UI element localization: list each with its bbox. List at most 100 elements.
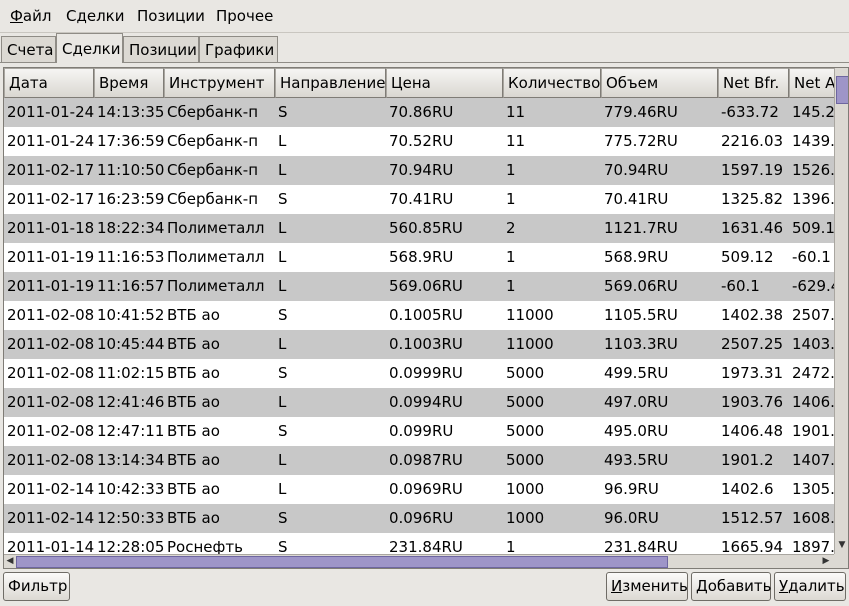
cell-price: 568.9RU	[389, 248, 454, 266]
table-row[interactable]: 2011-02-17 16:23:59 Сбербанк-п S 70.41RU 1 70.…	[4, 185, 834, 214]
tab-charts[interactable]: Графики	[199, 36, 278, 62]
scroll-right-arrow-icon[interactable]: ▶	[821, 556, 831, 566]
cell-net-after: 1406.	[792, 393, 834, 411]
cell-direction: L	[278, 132, 287, 150]
tab-deals[interactable]: Сделки	[56, 33, 123, 63]
menu-positions[interactable]: Позиции	[137, 6, 205, 26]
vertical-scrollbar[interactable]: ▼	[834, 68, 848, 554]
table-row[interactable]: 2011-02-08 12:47:11 ВТБ ао S 0.099RU 5000 495.…	[4, 417, 834, 446]
cell-direction: L	[278, 335, 287, 353]
cell-instrument: Сбербанк-п	[167, 103, 259, 121]
cell-net-after: 2472.	[792, 364, 834, 382]
column-header-quantity[interactable]: Количество	[503, 68, 601, 98]
cell-date: 2011-02-14	[7, 480, 94, 498]
table-row[interactable]: 2011-02-14 10:42:33 ВТБ ао L 0.0969RU 1000 96.…	[4, 475, 834, 504]
cell-price: 70.52RU	[389, 132, 454, 150]
column-header-date[interactable]: Дата	[4, 68, 94, 98]
cell-quantity: 5000	[506, 451, 545, 469]
cell-price: 70.86RU	[389, 103, 454, 121]
table-row[interactable]: 2011-02-17 11:10:50 Сбербанк-п L 70.94RU 1 70.…	[4, 156, 834, 185]
scroll-down-arrow-icon[interactable]: ▼	[837, 540, 847, 550]
cell-direction: S	[278, 306, 288, 324]
edit-button[interactable]: Изменить	[606, 572, 688, 601]
column-header-net-before[interactable]: Net Bfr.	[718, 68, 789, 98]
column-header-direction[interactable]: Направление	[275, 68, 386, 98]
cell-time: 14:13:35	[97, 103, 164, 121]
scroll-corner	[834, 554, 848, 568]
cell-quantity: 1000	[506, 480, 545, 498]
cell-instrument: Сбербанк-п	[167, 132, 259, 150]
cell-volume: 775.72RU	[604, 132, 678, 150]
menu-file[interactable]: Файл	[10, 6, 51, 26]
delete-button[interactable]: Удалить	[774, 572, 846, 601]
cell-direction: S	[278, 190, 288, 208]
column-header-time[interactable]: Время	[94, 68, 164, 98]
cell-volume: 70.94RU	[604, 161, 669, 179]
cell-net-before: 1597.19	[721, 161, 784, 179]
column-header-instrument[interactable]: Инструмент	[164, 68, 275, 98]
cell-volume: 497.0RU	[604, 393, 669, 411]
cell-quantity: 11	[506, 103, 526, 121]
cell-net-after: 1526.	[792, 161, 834, 179]
table-row[interactable]: 2011-02-08 10:45:44 ВТБ ао L 0.1003RU 11000 11…	[4, 330, 834, 359]
cell-time: 11:16:53	[97, 248, 164, 266]
cell-time: 12:41:46	[97, 393, 164, 411]
cell-net-after: 1608.	[792, 509, 834, 527]
cell-time: 11:10:50	[97, 161, 164, 179]
column-header-price[interactable]: Цена	[386, 68, 503, 98]
cell-date: 2011-01-19	[7, 248, 94, 266]
menu-deals[interactable]: Сделки	[66, 6, 124, 26]
cell-direction: S	[278, 103, 288, 121]
cell-price: 0.1003RU	[389, 335, 463, 353]
cell-time: 10:41:52	[97, 306, 164, 324]
cell-net-after: 509.1	[792, 219, 834, 237]
table-row[interactable]: 2011-01-19 11:16:53 Полиметалл L 568.9RU 1 568…	[4, 243, 834, 272]
filter-button[interactable]: Фильтр	[3, 572, 70, 601]
cell-price: 0.1005RU	[389, 306, 463, 324]
cell-date: 2011-02-08	[7, 451, 94, 469]
cell-price: 560.85RU	[389, 219, 463, 237]
column-header-volume[interactable]: Объем	[601, 68, 718, 98]
tab-positions[interactable]: Позиции	[123, 36, 199, 62]
vertical-scroll-thumb[interactable]	[836, 76, 848, 104]
cell-quantity: 1	[506, 277, 516, 295]
cell-volume: 499.5RU	[604, 364, 669, 382]
cell-time: 12:50:33	[97, 509, 164, 527]
table-row[interactable]: 2011-01-24 17:36:59 Сбербанк-п L 70.52RU 11 77…	[4, 127, 834, 156]
menu-other[interactable]: Прочее	[216, 6, 273, 26]
cell-volume: 1103.3RU	[604, 335, 678, 353]
cell-time: 12:47:11	[97, 422, 164, 440]
horizontal-scrollbar[interactable]: ◀ ▶	[4, 554, 834, 568]
cell-direction: L	[278, 248, 287, 266]
table-row[interactable]: 2011-02-08 13:14:34 ВТБ ао L 0.0987RU 5000 493…	[4, 446, 834, 475]
table-row[interactable]: 2011-02-08 11:02:15 ВТБ ао S 0.0999RU 5000 499…	[4, 359, 834, 388]
cell-instrument: ВТБ ао	[167, 422, 220, 440]
table-row[interactable]: 2011-01-24 14:13:35 Сбербанк-п S 70.86RU 11 77…	[4, 98, 834, 127]
table-row[interactable]: 2011-02-08 12:41:46 ВТБ ао L 0.0994RU 5000 497…	[4, 388, 834, 417]
deals-panel: Дата Время Инструмент Направление Цена К…	[0, 62, 849, 606]
cell-direction: S	[278, 364, 288, 382]
cell-net-before: -633.72	[721, 103, 779, 121]
cell-instrument: Сбербанк-п	[167, 161, 259, 179]
tab-bar: Счета Сделки Позиции Графики	[0, 33, 849, 63]
add-mnemonic: Д	[696, 577, 708, 595]
table-row[interactable]: 2011-02-08 10:41:52 ВТБ ао S 0.1005RU 11000 11…	[4, 301, 834, 330]
cell-volume: 569.06RU	[604, 277, 678, 295]
tab-accounts[interactable]: Счета	[1, 36, 56, 62]
scroll-left-arrow-icon[interactable]: ◀	[5, 556, 15, 566]
table-row[interactable]: 2011-02-14 12:50:33 ВТБ ао S 0.096RU 1000 96.0…	[4, 504, 834, 533]
column-header-net-after[interactable]: Net A	[789, 68, 839, 98]
table-row[interactable]: 2011-01-19 11:16:57 Полиметалл L 569.06RU 1 56…	[4, 272, 834, 301]
cell-direction: L	[278, 161, 287, 179]
menu-file-mnemonic: Ф	[10, 7, 23, 25]
cell-date: 2011-02-08	[7, 364, 94, 382]
cell-instrument: ВТБ ао	[167, 306, 220, 324]
cell-quantity: 5000	[506, 364, 545, 382]
cell-date: 2011-01-19	[7, 277, 94, 295]
add-button[interactable]: Добавить	[691, 572, 772, 601]
horizontal-scroll-thumb[interactable]	[16, 556, 668, 568]
table-row[interactable]: 2011-01-18 18:22:34 Полиметалл L 560.85RU 2 11…	[4, 214, 834, 243]
cell-instrument: Полиметалл	[167, 219, 265, 237]
cell-instrument: Полиметалл	[167, 277, 265, 295]
cell-net-after: 1407.	[792, 451, 834, 469]
